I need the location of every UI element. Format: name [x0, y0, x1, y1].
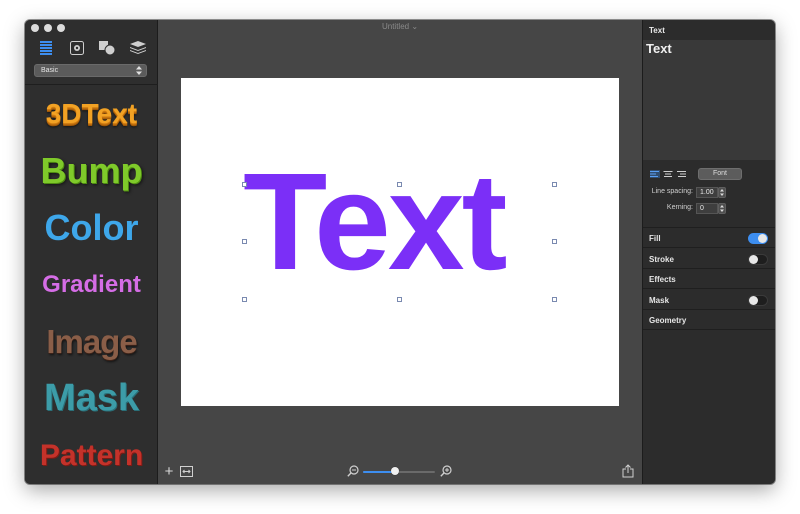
mask-section[interactable]: Mask — [643, 290, 775, 310]
style-label: Gradient — [42, 270, 141, 298]
align-center-icon[interactable] — [663, 170, 673, 178]
line-spacing-input[interactable]: 1.00 — [696, 187, 718, 198]
line-spacing-label: Line spacing: — [651, 188, 693, 195]
style-item-mask[interactable]: Mask — [25, 370, 158, 427]
style-label: Pattern — [39, 438, 144, 472]
zoom-window-button[interactable] — [57, 24, 65, 32]
stroke-label: Stroke — [649, 255, 674, 264]
kerning-row: Kerning: 0 — [643, 203, 775, 215]
zoom-slider[interactable] — [363, 467, 435, 475]
share-icon[interactable] — [622, 464, 634, 478]
shapes-icon[interactable] — [98, 40, 116, 56]
layers-icon[interactable] — [129, 40, 147, 56]
style-label: Color — [44, 206, 139, 248]
toggle-knob — [749, 255, 758, 264]
settings-icon[interactable] — [68, 40, 86, 56]
style-item-color[interactable]: Color — [25, 199, 158, 256]
zoom-slider-knob[interactable] — [391, 467, 400, 475]
fill-toggle[interactable] — [748, 233, 768, 244]
style-item-gradient[interactable]: Gradient — [25, 256, 158, 313]
resize-handle-left[interactable] — [242, 239, 247, 244]
document-title[interactable]: Untitled ⌄ — [158, 22, 642, 31]
window-controls — [31, 24, 65, 32]
stepper-arrows-icon — [720, 205, 724, 212]
kerning-input[interactable]: 0 — [696, 203, 718, 214]
style-label: Image — [46, 322, 137, 360]
stroke-toggle[interactable] — [748, 254, 768, 265]
app-window: Basic 3DText Bump Color Gradient Image M… — [25, 20, 775, 484]
add-button[interactable]: + — [163, 463, 175, 480]
preset-select-value: Basic — [41, 67, 59, 74]
canvas-bottom-bar: + — [158, 460, 642, 484]
geometry-label: Geometry — [649, 316, 687, 325]
chevron-down-icon: ⌄ — [411, 22, 419, 31]
preset-select[interactable]: Basic — [34, 64, 147, 77]
effects-section[interactable]: Effects — [643, 269, 775, 289]
style-item-image[interactable]: Image — [25, 313, 158, 370]
line-spacing-row: Line spacing: 1.00 — [643, 187, 775, 199]
mask-label: Mask — [649, 296, 670, 305]
align-right-icon[interactable] — [676, 170, 686, 178]
mask-toggle[interactable] — [748, 295, 768, 306]
zoom-out-icon[interactable] — [347, 465, 359, 477]
updown-chevron-icon — [136, 66, 142, 75]
style-item-3dtext[interactable]: 3DText — [25, 85, 158, 142]
sidebar-toolbar — [37, 39, 147, 57]
inspector-title: Text — [649, 26, 665, 35]
style-list: 3DText Bump Color Gradient Image Mask Pa… — [25, 85, 158, 484]
line-spacing-stepper[interactable] — [718, 187, 726, 198]
kerning-label: Kerning: — [666, 204, 693, 211]
style-sidebar: Basic 3DText Bump Color Gradient Image M… — [25, 20, 158, 484]
styles-list-icon[interactable] — [37, 40, 55, 56]
fill-label: Fill — [649, 234, 661, 243]
resize-handle-bottom-left[interactable] — [242, 297, 247, 302]
stepper-arrows-icon — [720, 189, 724, 196]
design-canvas[interactable]: Text — [181, 78, 619, 406]
style-label: 3DText — [45, 97, 138, 129]
canvas-text[interactable]: Text — [243, 153, 508, 291]
fit-canvas-icon[interactable] — [180, 466, 193, 477]
stroke-section[interactable]: Stroke — [643, 249, 775, 269]
toggle-knob — [758, 234, 767, 243]
kerning-stepper[interactable] — [718, 203, 726, 214]
close-window-button[interactable] — [31, 24, 39, 32]
document-title-text: Untitled — [381, 22, 410, 31]
effects-label: Effects — [649, 275, 676, 284]
resize-handle-bottom[interactable] — [397, 297, 402, 302]
style-label: Mask — [43, 377, 140, 419]
style-item-pattern[interactable]: Pattern — [25, 427, 158, 484]
font-button[interactable]: Font — [698, 168, 742, 180]
resize-handle-top-left[interactable] — [242, 182, 247, 187]
minimize-window-button[interactable] — [44, 24, 52, 32]
geometry-section[interactable]: Geometry — [643, 310, 775, 330]
resize-handle-right[interactable] — [552, 239, 557, 244]
zoom-in-icon[interactable] — [440, 465, 452, 477]
text-input-area[interactable]: Text — [643, 40, 775, 160]
fill-section[interactable]: Fill — [643, 228, 775, 248]
resize-handle-bottom-right[interactable] — [552, 297, 557, 302]
text-input-value: Text — [646, 41, 672, 56]
toggle-knob — [749, 296, 758, 305]
style-label: Bump — [40, 149, 143, 191]
alignment-controls — [650, 170, 686, 178]
editor-area: Untitled ⌄ Text + — [158, 20, 642, 484]
inspector-panel: Text Text Font Line spacing: 1.00 Kernin… — [642, 20, 775, 484]
style-item-bump[interactable]: Bump — [25, 142, 158, 199]
resize-handle-top[interactable] — [397, 182, 402, 187]
resize-handle-top-right[interactable] — [552, 182, 557, 187]
align-left-icon[interactable] — [650, 170, 660, 178]
